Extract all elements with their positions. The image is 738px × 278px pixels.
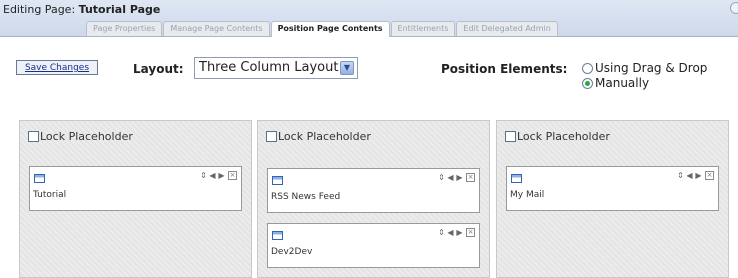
arrow-left-icon[interactable]: ◀ [446, 228, 455, 237]
portlet-window-icon [272, 231, 283, 240]
portlet-controls: ⇕ ◀ ▶ × [676, 171, 714, 180]
portlet-window-icon [511, 174, 522, 183]
close-icon[interactable]: × [705, 171, 714, 180]
move-vertical-icon[interactable]: ⇕ [437, 173, 446, 182]
move-vertical-icon[interactable]: ⇕ [199, 171, 208, 180]
layout-select-value: Three Column Layout [199, 60, 339, 75]
placeholder-column-1: Lock Placeholder Tutorial ⇕ ◀ ▶ × [19, 120, 252, 278]
portlet-controls: ⇕ ◀ ▶ × [199, 171, 237, 180]
radio-button-icon[interactable] [582, 62, 593, 74]
checkbox-icon[interactable] [28, 131, 39, 142]
radio-drag-drop[interactable]: Using Drag & Drop [582, 61, 707, 75]
editor-tabs: Page Properties Manage Page Contents Pos… [86, 21, 559, 37]
layout-label: Layout: [133, 62, 184, 76]
portlet-title: RSS News Feed [271, 192, 341, 202]
portlet-title: Dev2Dev [271, 247, 313, 257]
portlet-controls: ⇕ ◀ ▶ × [437, 228, 475, 237]
layout-select[interactable]: Three Column Layout ▼ [194, 57, 358, 79]
close-icon[interactable]: × [466, 173, 475, 182]
page-editor-header: Editing Page: Tutorial Page Page Propert… [0, 0, 738, 37]
radio-manually-label: Manually [595, 76, 650, 90]
placeholder-column-3: Lock Placeholder My Mail ⇕ ◀ ▶ × [496, 120, 729, 278]
move-vertical-icon[interactable]: ⇕ [676, 171, 685, 180]
arrow-right-icon[interactable]: ▶ [217, 171, 226, 180]
lock-placeholder-label: Lock Placeholder [278, 130, 371, 143]
arrow-right-icon[interactable]: ▶ [455, 228, 464, 237]
portlet-rss-news-feed[interactable]: RSS News Feed ⇕ ◀ ▶ × [267, 168, 480, 213]
tab-manage-page-contents[interactable]: Manage Page Contents [163, 21, 270, 36]
tab-position-page-contents[interactable]: Position Page Contents [270, 21, 390, 37]
arrow-left-icon[interactable]: ◀ [685, 171, 694, 180]
close-icon[interactable]: × [228, 171, 237, 180]
checkbox-icon[interactable] [266, 131, 277, 142]
lock-placeholder-checkbox[interactable]: Lock Placeholder [266, 130, 371, 143]
position-elements-label: Position Elements: [441, 62, 568, 76]
arrow-right-icon[interactable]: ▶ [694, 171, 703, 180]
portlet-title: Tutorial [33, 190, 67, 200]
window-corner-icon [730, 2, 738, 14]
portlet-window-icon [34, 174, 45, 183]
tab-edit-delegated-admin[interactable]: Edit Delegated Admin [456, 21, 558, 36]
lock-placeholder-label: Lock Placeholder [517, 130, 610, 143]
arrow-left-icon[interactable]: ◀ [208, 171, 217, 180]
portlet-my-mail[interactable]: My Mail ⇕ ◀ ▶ × [506, 166, 719, 211]
portlet-title: My Mail [510, 190, 545, 200]
page-name: Tutorial Page [78, 3, 161, 16]
close-icon[interactable]: × [466, 228, 475, 237]
radio-manually[interactable]: Manually [582, 76, 649, 90]
lock-placeholder-label: Lock Placeholder [40, 130, 133, 143]
lock-placeholder-checkbox[interactable]: Lock Placeholder [28, 130, 133, 143]
tab-page-properties[interactable]: Page Properties [86, 21, 163, 36]
lock-placeholder-checkbox[interactable]: Lock Placeholder [505, 130, 610, 143]
portlet-window-icon [272, 176, 283, 185]
checkbox-icon[interactable] [505, 131, 516, 142]
tab-entitlements[interactable]: Entitlements [390, 21, 456, 36]
editing-page-title: Editing Page: Tutorial Page [3, 3, 160, 16]
editing-page-prefix: Editing Page: [3, 3, 76, 16]
portlet-dev2dev[interactable]: Dev2Dev ⇕ ◀ ▶ × [267, 223, 480, 268]
move-vertical-icon[interactable]: ⇕ [437, 228, 446, 237]
dropdown-arrow-icon[interactable]: ▼ [340, 61, 354, 75]
portlet-tutorial[interactable]: Tutorial ⇕ ◀ ▶ × [29, 166, 242, 211]
arrow-right-icon[interactable]: ▶ [455, 173, 464, 182]
radio-drag-drop-label: Using Drag & Drop [595, 61, 708, 75]
placeholder-column-2: Lock Placeholder RSS News Feed ⇕ ◀ ▶ × D… [257, 120, 490, 278]
radio-button-selected-icon[interactable] [582, 77, 593, 89]
save-changes-button[interactable]: Save Changes [16, 60, 98, 75]
arrow-left-icon[interactable]: ◀ [446, 173, 455, 182]
portlet-controls: ⇕ ◀ ▶ × [437, 173, 475, 182]
